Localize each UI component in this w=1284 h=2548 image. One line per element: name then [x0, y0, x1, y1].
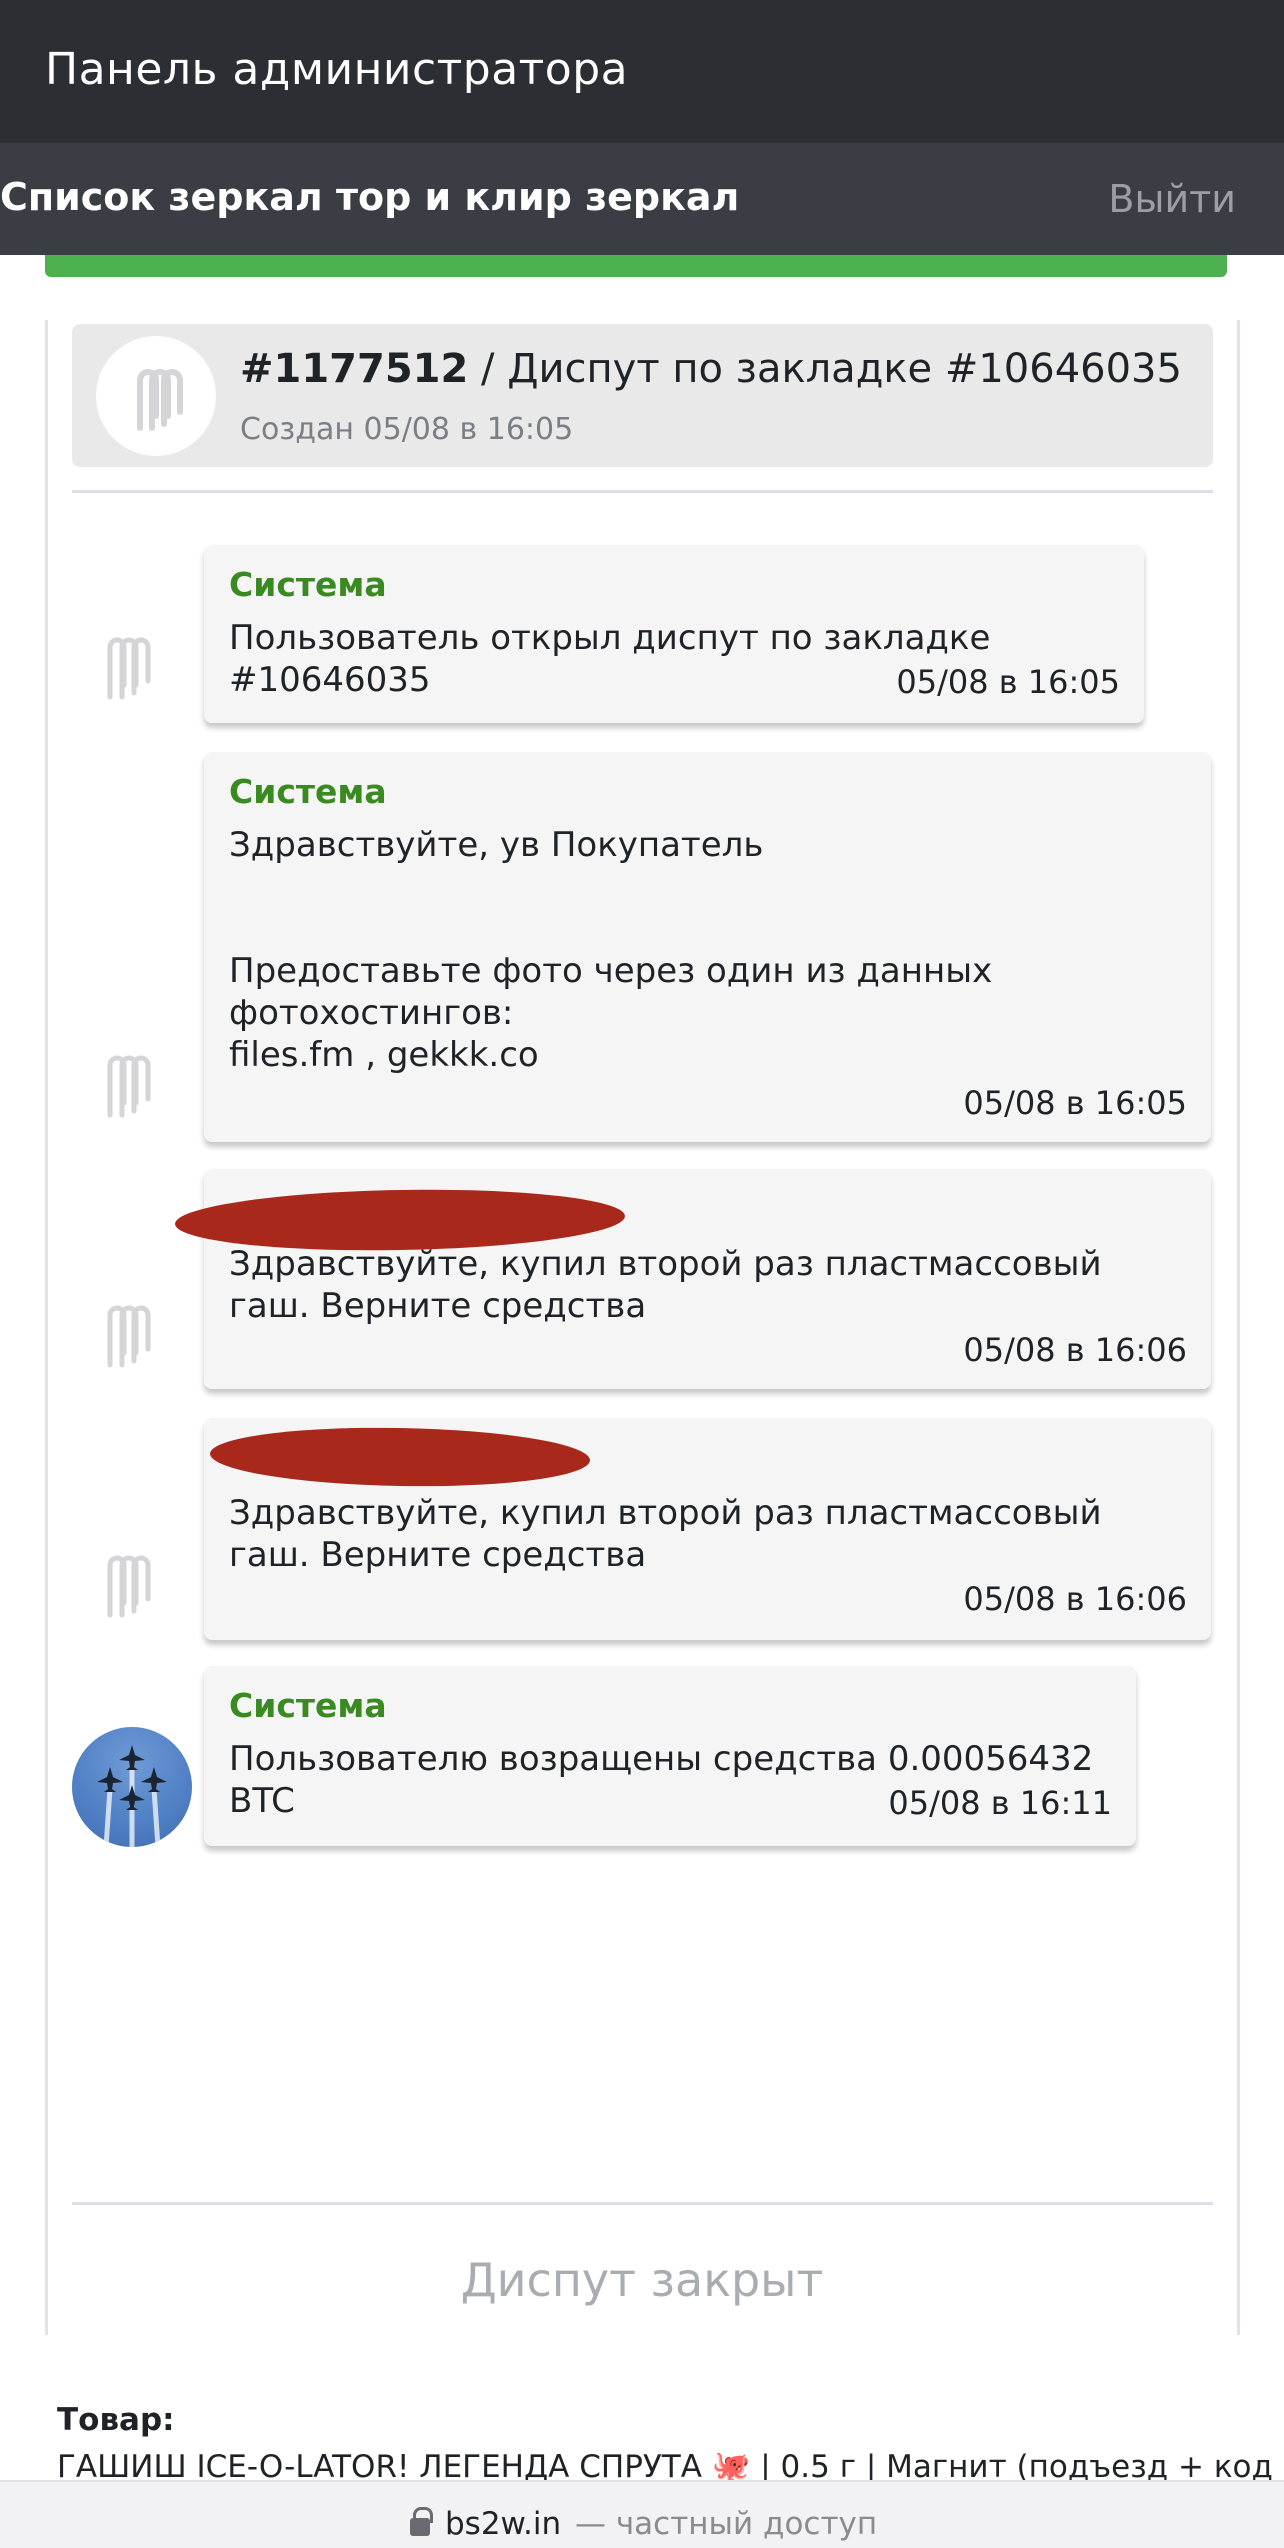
message-time: 05/08 в 16:11: [888, 1784, 1112, 1822]
product-label: Товар:: [57, 2402, 175, 2438]
dispute-title-text: / Диспут по закладке #10646035: [468, 346, 1182, 392]
message-bubble: Система Пользователю возращены средства …: [204, 1666, 1136, 1846]
top-bar: Панель администратора: [0, 0, 1284, 143]
system-avatar-icon: [107, 637, 151, 700]
message-text-request: Предоставьте фото через один из данных ф…: [229, 951, 993, 1033]
message-time: 05/08 в 16:06: [963, 1580, 1187, 1618]
message-time: 05/08 в 16:05: [963, 1084, 1187, 1122]
logout-button[interactable]: Выйти: [1108, 177, 1236, 221]
jets-photo-icon: [97, 1745, 167, 1847]
message-author: Система: [229, 1686, 387, 1725]
message-text-hosts: files.fm , gekkk.co: [229, 1035, 539, 1075]
message-time: 05/08 в 16:05: [896, 663, 1120, 701]
admin-avatar: [72, 1727, 192, 1847]
divider: [72, 2202, 1213, 2205]
browser-url-bar[interactable]: bs2w.in — частный доступ: [0, 2480, 1284, 2548]
dispute-created: Создан 05/08 в 16:05: [240, 412, 574, 447]
message-text-greeting: Здравствуйте, ув Покупатель: [229, 825, 764, 865]
dispute-id: #1177512: [240, 346, 469, 392]
divider: [72, 490, 1213, 493]
dispute-status: Диспут закрыт: [460, 2253, 824, 2307]
message-author: Система: [229, 772, 387, 811]
private-mode-label: — частный доступ: [575, 2506, 878, 2542]
mirrors-link[interactable]: Список зеркал тор и клир зеркал: [0, 175, 739, 219]
system-avatar-icon: [107, 1055, 151, 1118]
user-avatar-icon: [107, 1555, 151, 1618]
lock-icon: [410, 2507, 433, 2536]
status-strip: [45, 255, 1227, 277]
message-text: Здравствуйте, купил второй раз пластмасс…: [229, 1244, 1102, 1326]
dispute-avatar: [96, 336, 216, 456]
message-bubble: Система Здравствуйте, ув Покупатель Пред…: [204, 752, 1211, 1142]
message-bubble: Система Пользователь открыл диспут по за…: [204, 545, 1144, 723]
brand-logo-icon: [137, 369, 183, 431]
url-domain: bs2w.in: [445, 2506, 562, 2542]
user-avatar-icon: [107, 1305, 151, 1368]
message-author: Система: [229, 565, 387, 604]
dispute-title: #1177512 / Диспут по закладке #10646035: [240, 346, 1182, 392]
app-title: Панель администратора: [45, 44, 629, 95]
message-text: Здравствуйте, купил второй раз пластмасс…: [229, 1493, 1102, 1575]
secondary-nav: Список зеркал тор и клир зеркал Выйти: [0, 143, 1284, 255]
message-time: 05/08 в 16:06: [963, 1331, 1187, 1369]
